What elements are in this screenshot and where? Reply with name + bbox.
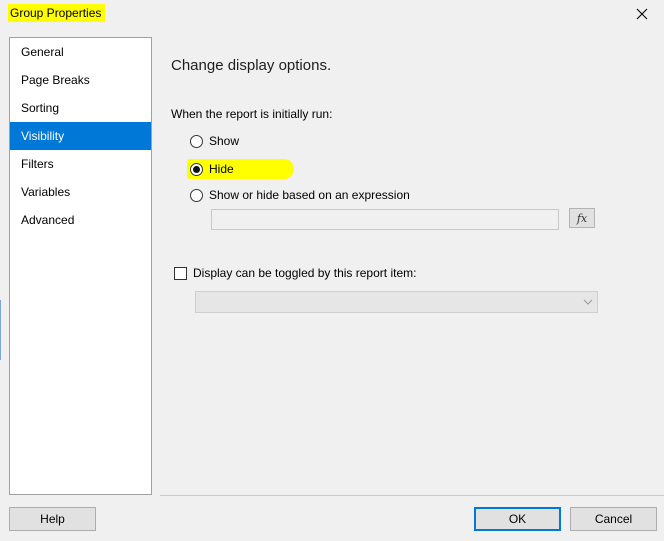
show-option[interactable]: Show <box>190 132 239 150</box>
footer-divider <box>160 495 664 496</box>
show-label: Show <box>209 134 240 148</box>
expression-label: Show or hide based on an expression <box>209 188 410 202</box>
title-bar: Group Properties <box>0 0 664 30</box>
sidebar-item-general[interactable]: General <box>10 38 151 66</box>
sidebar-item-sorting[interactable]: Sorting <box>10 94 151 122</box>
expression-radio[interactable] <box>190 188 203 202</box>
close-button[interactable] <box>620 0 664 30</box>
toggle-option[interactable]: Display can be toggled by this report it… <box>174 264 416 282</box>
expression-input[interactable] <box>211 209 559 230</box>
sidebar-item-filters[interactable]: Filters <box>10 150 151 178</box>
close-icon <box>636 8 648 23</box>
dialog-title: Group Properties <box>8 4 106 22</box>
help-button[interactable]: Help <box>9 507 96 531</box>
hide-radio[interactable] <box>190 162 203 176</box>
toggle-checkbox[interactable] <box>174 266 187 280</box>
hide-option[interactable]: Hide <box>190 160 234 178</box>
visibility-panel: Change display options. When the report … <box>160 30 664 496</box>
toggle-item-dropdown[interactable] <box>195 291 598 313</box>
toggle-label: Display can be toggled by this report it… <box>193 266 417 280</box>
sidebar-item-page-breaks[interactable]: Page Breaks <box>10 66 151 94</box>
initial-run-label: When the report is initially run: <box>171 107 333 121</box>
expression-option[interactable]: Show or hide based on an expression <box>190 186 410 204</box>
chevron-down-icon <box>583 296 593 310</box>
hide-label: Hide <box>209 162 234 176</box>
expression-builder-button[interactable]: fx <box>569 208 595 228</box>
window-edge <box>0 300 1 360</box>
show-radio[interactable] <box>190 134 203 148</box>
cancel-button[interactable]: Cancel <box>570 507 657 531</box>
page-title: Change display options. <box>171 57 332 74</box>
ok-button[interactable]: OK <box>474 507 561 531</box>
sidebar-item-variables[interactable]: Variables <box>10 178 151 206</box>
sidebar-item-advanced[interactable]: Advanced <box>10 206 151 234</box>
sidebar-item-visibility[interactable]: Visibility <box>10 122 151 150</box>
function-icon: fx <box>576 211 588 225</box>
sidebar: General Page Breaks Sorting Visibility F… <box>9 37 152 495</box>
